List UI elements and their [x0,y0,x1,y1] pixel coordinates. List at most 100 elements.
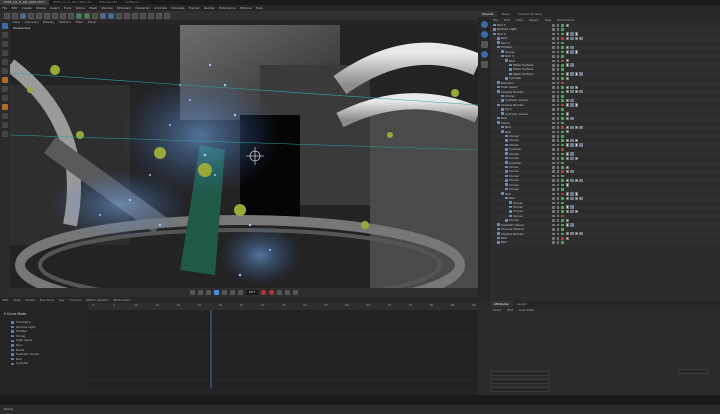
object-tag-icon[interactable] [570,178,574,183]
editor-visibility-dot[interactable] [552,46,555,49]
object-tag-icon[interactable] [566,165,570,169]
render-visibility-dot[interactable] [556,95,560,98]
object-tag-icon[interactable] [566,85,570,90]
enable-check-icon[interactable] [561,117,564,120]
object-tag-icon[interactable] [566,32,570,36]
next-frame-icon[interactable] [221,290,227,295]
coordinate-system-icon[interactable] [68,12,74,19]
object-tag-icon[interactable] [574,156,579,161]
enable-check-icon[interactable] [561,205,564,209]
editor-visibility-dot[interactable] [552,81,555,85]
editor-visibility-dot[interactable] [552,166,555,169]
enable-check-icon[interactable] [561,90,564,94]
render-visibility-dot[interactable] [556,161,560,165]
editor-visibility-dot[interactable] [552,99,555,103]
current-frame-field[interactable]: 28 F [245,290,259,295]
render-visibility-dot[interactable] [556,237,560,240]
polygons-mode-icon[interactable] [2,50,8,56]
render-visibility-dot[interactable] [556,139,560,142]
render-visibility-dot[interactable] [556,143,560,147]
editor-visibility-dot[interactable] [552,130,555,134]
enable-check-icon[interactable] [561,121,564,125]
render-visibility-dot[interactable] [556,86,560,89]
attribute-field[interactable] [678,369,708,374]
object-tag-icon[interactable] [574,209,579,214]
enable-check-icon[interactable] [561,197,564,200]
render-visibility-dot[interactable] [556,201,560,205]
render-visibility-dot[interactable] [556,121,560,125]
enable-check-icon[interactable] [561,24,564,27]
position-key-icon[interactable] [285,290,291,295]
render-visibility-dot[interactable] [556,112,560,116]
object-tag-icon[interactable] [574,196,579,200]
tweak-mode-icon[interactable] [2,131,8,137]
object-tag-icon[interactable] [566,72,570,76]
object-tag-icon[interactable] [574,192,579,196]
object-tag-icon[interactable] [566,143,570,147]
enable-check-icon[interactable] [561,99,564,103]
enable-check-icon[interactable] [561,188,564,191]
go-to-end-icon[interactable] [237,290,243,295]
enable-check-icon[interactable] [561,241,564,245]
enable-check-icon[interactable] [561,201,564,205]
editor-visibility-dot[interactable] [552,108,555,111]
object-tag-icon[interactable] [566,50,570,54]
render-visibility-dot[interactable] [556,72,560,76]
object-tag-icon[interactable] [579,90,583,94]
object-tag-icon[interactable] [566,45,570,50]
play-icon[interactable] [213,290,219,295]
object-tag-icon[interactable] [570,32,574,36]
object-tag-icon[interactable] [574,143,579,147]
editor-visibility-dot[interactable] [552,112,555,116]
enable-check-icon[interactable] [561,228,564,231]
enable-check-icon[interactable] [561,59,564,63]
record-icon[interactable] [261,290,267,295]
object-row[interactable]: Null [490,240,720,245]
enable-check-icon[interactable] [561,174,564,178]
editor-visibility-dot[interactable] [552,157,555,160]
editor-visibility-dot[interactable] [552,95,555,98]
editor-visibility-dot[interactable] [552,143,555,147]
render-visibility-dot[interactable] [556,214,560,218]
object-tag-icon[interactable] [574,85,579,90]
enable-check-icon[interactable] [561,55,564,58]
enable-check-icon[interactable] [561,81,564,85]
enable-check-icon[interactable] [561,166,564,169]
enable-check-icon[interactable] [561,157,564,160]
editor-visibility-dot[interactable] [552,68,555,71]
light-icon[interactable] [164,12,170,19]
enable-check-icon[interactable] [561,68,564,71]
render-visibility-dot[interactable] [556,37,560,40]
editor-visibility-dot[interactable] [552,170,555,174]
enable-check-icon[interactable] [561,41,564,45]
enable-check-icon[interactable] [561,95,564,98]
camera-icon[interactable] [156,12,162,19]
y-axis-icon[interactable] [52,12,58,19]
object-tag-icon[interactable] [566,112,570,116]
render-visibility-dot[interactable] [556,188,560,191]
object-tag-icon[interactable] [574,103,579,107]
object-tag-icon[interactable] [570,72,574,76]
uv-mode-icon[interactable] [2,59,8,65]
object-tag-icon[interactable] [574,90,579,94]
editor-visibility-dot[interactable] [552,232,555,236]
render-visibility-dot[interactable] [556,28,560,32]
object-tag-icon[interactable] [566,156,570,161]
3d-viewport[interactable] [10,25,478,288]
render-visibility-dot[interactable] [556,90,560,94]
enable-check-icon[interactable] [561,232,564,236]
render-view-icon[interactable] [76,12,82,19]
object-tag-icon[interactable] [574,50,579,54]
object-tag-icon[interactable] [566,36,570,41]
enable-check-icon[interactable] [561,179,564,182]
render-visibility-dot[interactable] [556,81,560,85]
rotate-tool-icon[interactable] [36,12,42,19]
edges-mode-icon[interactable] [2,41,8,47]
redo-icon[interactable] [12,12,18,19]
z-axis-icon[interactable] [60,12,66,19]
object-tag-icon[interactable] [566,138,570,143]
enable-check-icon[interactable] [561,50,564,54]
rotation-key-icon[interactable] [293,290,299,295]
filter-icon[interactable] [480,41,488,48]
enable-check-icon[interactable] [561,219,564,222]
